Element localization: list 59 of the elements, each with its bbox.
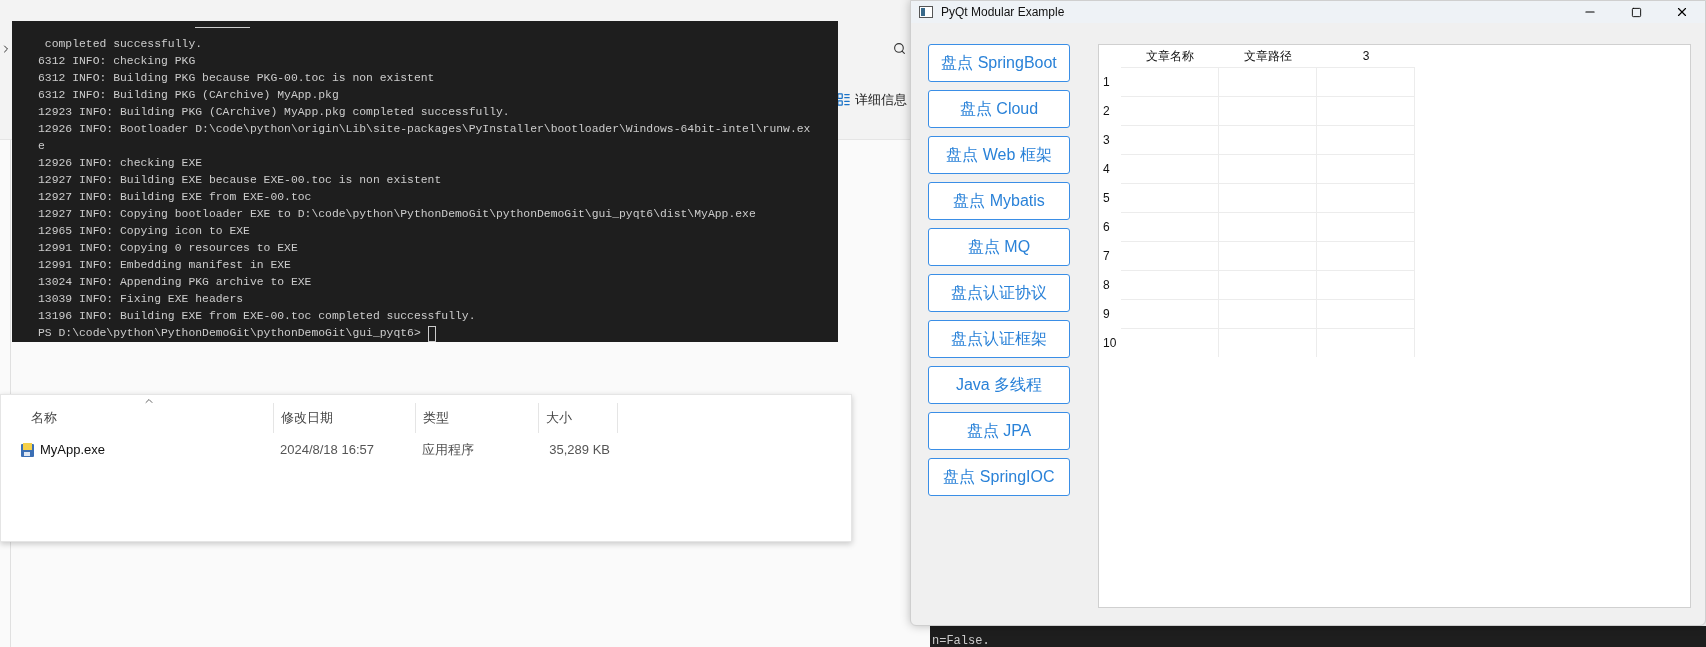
- column-header[interactable]: 3: [1317, 47, 1415, 65]
- file-modified: 2024/8/18 16:57: [279, 441, 375, 460]
- terminal-line: 12927 INFO: Building EXE from EXE-00.toc: [38, 190, 312, 205]
- terminal-line: 6312 INFO: Building PKG (CArchive) MyApp.pkg: [38, 88, 339, 103]
- text-cursor: [427, 325, 436, 342]
- exe-file-icon: [20, 442, 36, 458]
- category-button[interactable]: 盘点 Cloud: [928, 90, 1070, 128]
- window-icon: [919, 6, 933, 18]
- file-name[interactable]: MyApp.exe: [40, 440, 106, 460]
- row-header: 3: [1102, 131, 1111, 149]
- search-icon[interactable]: [893, 42, 906, 55]
- terminal-line: 12926 INFO: Bootloader D:\code\python\origin\Lib\site-packages\PyInstaller\bootloader\Windows-64bit-intel\runw.ex: [38, 122, 811, 137]
- terminal-line: 12923 INFO: Building PKG (CArchive) MyApp.pkg completed successfully.: [38, 105, 510, 120]
- column-header[interactable]: 名称: [1, 403, 273, 433]
- terminal-line: 12965 INFO: Copying icon to EXE: [38, 224, 250, 239]
- details-icon[interactable]: [836, 92, 851, 107]
- details-label[interactable]: 详细信息: [855, 90, 907, 110]
- terminal-line: 12991 INFO: Copying 0 resources to EXE: [38, 241, 298, 256]
- file-type: 应用程序: [421, 441, 475, 460]
- terminal-line: e: [38, 139, 45, 154]
- column-header[interactable]: 大小: [538, 403, 618, 433]
- terminal-line: completed successfully.: [43, 37, 203, 52]
- close-icon: [1675, 5, 1689, 19]
- category-button[interactable]: 盘点 Web 框架: [928, 136, 1070, 174]
- column-header[interactable]: 文章名称: [1121, 47, 1219, 65]
- terminal-line: 13196 INFO: Building EXE from EXE-00.toc completed successfully.: [38, 309, 476, 324]
- row-header: 7: [1102, 247, 1111, 265]
- category-button[interactable]: 盘点 Mybatis: [928, 182, 1070, 220]
- category-button[interactable]: 盘点 SpringIOC: [928, 458, 1070, 496]
- category-button[interactable]: 盘点 MQ: [928, 228, 1070, 266]
- maximize-icon: [1630, 6, 1642, 18]
- column-header[interactable]: 类型: [415, 403, 538, 433]
- column-header[interactable]: 文章路径: [1219, 47, 1317, 65]
- row-header: 2: [1102, 102, 1111, 120]
- terminal-line: 13039 INFO: Fixing EXE headers: [38, 292, 244, 307]
- row-header: 8: [1102, 276, 1111, 294]
- row-header: 9: [1102, 305, 1111, 323]
- row-header: 6: [1102, 218, 1111, 236]
- row-header: 1: [1102, 73, 1111, 91]
- category-button[interactable]: 盘点 JPA: [928, 412, 1070, 450]
- row-header: 4: [1102, 160, 1111, 178]
- terminal-line: n=False.: [932, 634, 990, 647]
- category-button[interactable]: Java 多线程: [928, 366, 1070, 404]
- terminal-prompt: PS D:\code\python\PythonDemoGit\pythonDemoGit\gui_pyqt6>: [38, 326, 422, 341]
- category-button[interactable]: 盘点认证协议: [928, 274, 1070, 312]
- category-button[interactable]: 盘点 SpringBoot: [928, 44, 1070, 82]
- category-button[interactable]: 盘点认证框架: [928, 320, 1070, 358]
- terminal-line: 12991 INFO: Embedding manifest in EXE: [38, 258, 291, 273]
- column-header[interactable]: 修改日期: [273, 403, 415, 433]
- terminal-line: 13024 INFO: Appending PKG archive to EXE: [38, 275, 312, 290]
- terminal-line: 12927 INFO: Building EXE because EXE-00.toc is non existent: [38, 173, 442, 188]
- terminal-line: 6312 INFO: Building PKG because PKG-00.toc is non existent: [38, 71, 435, 86]
- file-size: 35,289 KB: [548, 441, 611, 460]
- window-title: PyQt Modular Example: [941, 4, 1065, 21]
- row-header: 5: [1102, 189, 1111, 207]
- terminal-line: 12926 INFO: checking EXE: [38, 156, 203, 171]
- terminal-line: 12927 INFO: Copying bootloader EXE to D:\code\python\PythonDemoGit\pythonDemoGit\gui_pyqt6\dist\MyApp.exe: [38, 207, 756, 222]
- row-header: 10: [1102, 334, 1118, 352]
- terminal-line: 6312 INFO: checking PKG: [38, 54, 196, 69]
